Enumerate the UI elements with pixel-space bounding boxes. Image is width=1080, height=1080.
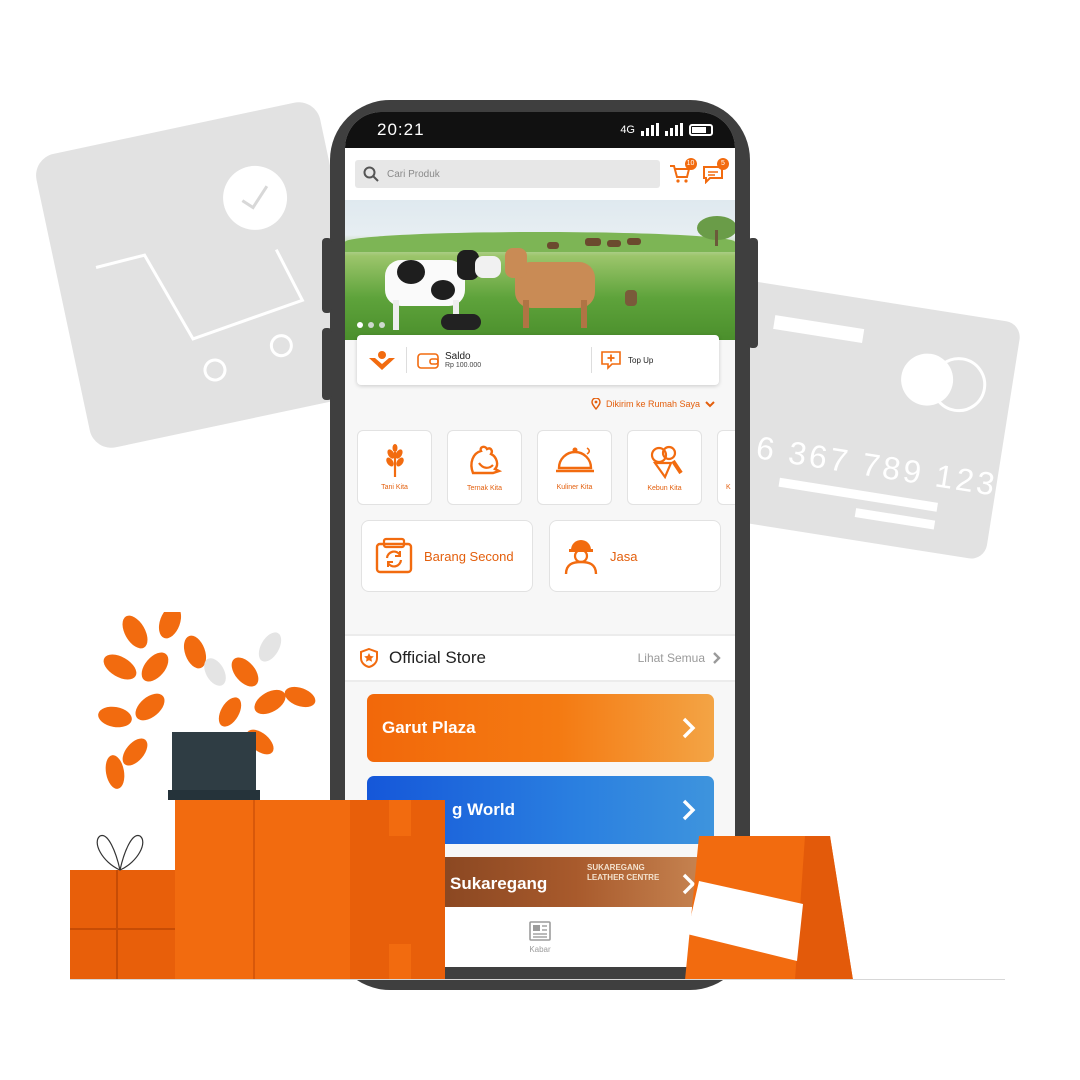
shipping-box [175,800,445,980]
service-barang-second[interactable]: Barang Second [361,520,533,592]
category-label: Ternak Kita [466,485,503,492]
box-tape-bottom [389,944,411,980]
search-input[interactable]: Cari Produk [355,160,660,188]
search-placeholder: Cari Produk [387,168,440,180]
topup-label: Top Up [628,355,654,365]
banner-dot [357,322,363,328]
delivery-label: Dikirim ke Rumah Saya [605,399,700,409]
gift-box [70,870,175,980]
status-indicators: 4G [620,123,713,136]
service-label: Barang Second [424,548,514,564]
chat-badge: 5 [717,158,729,170]
category-kuliner-kita[interactable]: Kuliner Kita [537,430,612,505]
gift-ribbon-vertical [116,870,118,980]
cart-button[interactable]: 10 [668,158,697,187]
chevron-right-icon [682,799,696,821]
signal-icon [641,123,659,136]
box-seam [253,800,255,980]
plant-pot [172,732,256,794]
phone-side-button-1 [322,238,332,313]
network-label: 4G [620,124,635,136]
see-all-label: Lihat Semua [637,651,705,665]
wallet-amount: Rp 100.000 [445,362,482,369]
cart-badge: 10 [684,158,697,170]
status-bar: 20:21 4G [345,112,735,148]
category-list: Tani Kita Ternak Kita Kuliner Kita Kebun… [357,430,735,505]
status-time: 20:21 [377,120,425,139]
plant-pot-base [168,790,260,800]
rooster-icon [469,445,502,475]
cows-illustration-icon [385,216,735,330]
category-label: Tani Kita [381,484,408,491]
store-sign-text: SUKAREGANG LEATHER CENTRE [587,863,660,882]
category-ternak-kita[interactable]: Ternak Kita [447,430,522,505]
service-label: Jasa [610,548,638,564]
app-logo-icon [357,347,407,373]
ground-line [70,979,1005,980]
gift-bow-icon [96,834,144,871]
banner-pagination[interactable] [357,322,385,328]
see-all-link[interactable]: Lihat Semua [638,651,721,665]
phone-side-button-2 [322,328,332,400]
chevron-right-icon [682,717,696,739]
box-tape-top [389,800,411,836]
wheat-icon [385,444,404,477]
battery-icon [689,124,713,136]
topup-button[interactable]: Top Up [591,347,719,373]
nav-label: Kabar [529,944,551,954]
category-kebun-kita[interactable]: Kebun Kita [627,430,702,505]
search-icon [363,166,379,182]
topup-icon [601,351,621,370]
store-label: Garut Plaza [382,718,476,737]
official-store-header: Official Store Lihat Semua [345,634,735,682]
banner-dot [368,322,374,328]
phone-power-button [748,238,758,348]
promo-banner[interactable] [345,200,735,340]
chevron-right-icon [713,652,721,664]
cloche-icon [555,447,594,473]
category-label: Kuliner Kita [556,484,593,491]
location-pin-icon [591,398,601,410]
category-tani-kita[interactable]: Tani Kita [357,430,432,505]
newspaper-icon [529,920,551,941]
category-label: Kebun Kita [647,485,682,492]
chevron-down-icon [705,401,715,408]
signal-icon-2 [665,123,683,136]
store-garut-plaza[interactable]: Garut Plaza [367,694,714,762]
chat-button[interactable]: 5 [701,158,729,187]
official-badge-icon [360,648,378,668]
official-store-title: Official Store [389,648,487,667]
wallet-card: Saldo Rp 100.000 Top Up [357,335,719,385]
recycle-box-icon [375,537,413,574]
category-partial[interactable]: K [717,430,735,505]
search-row: Cari Produk 10 5 [345,148,735,200]
banner-dot [379,322,385,328]
worker-icon [564,540,598,575]
wallet-balance[interactable]: Saldo Rp 100.000 [407,351,591,369]
service-jasa[interactable]: Jasa [549,520,721,592]
service-list: Barang Second Jasa [361,520,721,592]
shopping-bag-icon [685,836,853,980]
wallet-icon [417,353,439,369]
delivery-location-selector[interactable]: Dikirim ke Rumah Saya [591,398,715,410]
category-label: K [726,484,731,491]
gift-ribbon-horizontal [70,928,175,930]
wallet-label: Saldo [445,351,471,362]
vegetables-icon [650,445,683,479]
nav-kabar[interactable]: Kabar [528,920,552,954]
